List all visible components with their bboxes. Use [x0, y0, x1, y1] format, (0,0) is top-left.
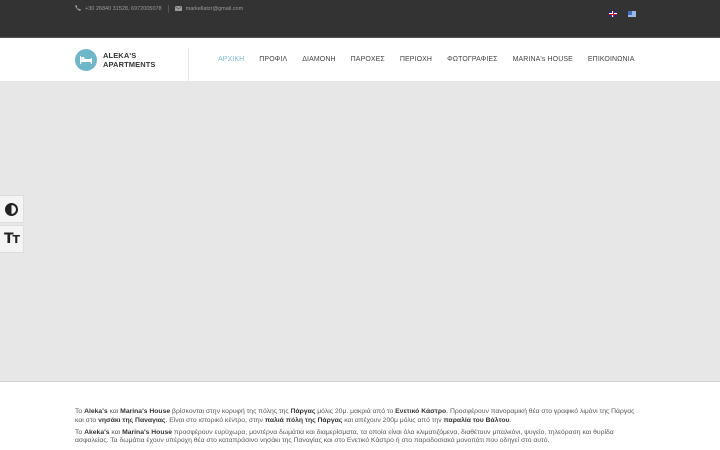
logo-line-1: ALEKA'S — [103, 51, 137, 60]
intro-paragraph-2: Το Akeka's και Marina's House προσφέρουν… — [75, 428, 614, 445]
font-size-icon: TT — [3, 231, 20, 247]
email-address[interactable]: markellatzr@gmail.com — [186, 6, 244, 12]
contrast-toggle-button[interactable] — [0, 195, 24, 223]
uk-flag-icon[interactable] — [609, 11, 617, 17]
logo-line-2: APARTMENTS — [103, 60, 156, 69]
font-size-button[interactable]: TT — [0, 225, 24, 253]
contact-info: +30 26840 31528, 6972005078 markellatzr@… — [75, 5, 243, 13]
hero-slider-area — [0, 82, 720, 382]
nav-item-contact[interactable]: ΕΠΙΚΟΙΝΩΝΙΑ — [588, 56, 635, 63]
logo-text: ALEKA'S APARTMENTS — [103, 51, 156, 69]
nav-item-amenities[interactable]: ΠΑΡΟΧΕΣ — [351, 56, 385, 63]
contact-divider — [167, 5, 169, 13]
header-divider — [188, 48, 189, 82]
nav-item-area[interactable]: ΠΕΡΙΟΧΗ — [400, 56, 432, 63]
intro-paragraph-1: Το Aleka's και Marina's House βρίσκονται… — [75, 408, 635, 424]
phone-icon — [75, 5, 81, 13]
nav-item-accommodation[interactable]: ΔΙΑΜΟΝΗ — [302, 56, 335, 63]
site-logo[interactable]: ALEKA'S APARTMENTS — [75, 49, 156, 71]
nav-item-profile[interactable]: ΠΡΟΦΙΛ — [259, 56, 287, 63]
site-header: ALEKA'S APARTMENTS ΑΡΧΙΚΗ ΠΡΟΦΙΛ ΔΙΑΜΟΝΗ… — [0, 38, 720, 82]
main-nav: ΑΡΧΙΚΗ ΠΡΟΦΙΛ ΔΙΑΜΟΝΗ ΠΑΡΟΧΕΣ ΠΕΡΙΟΧΗ ΦΩ… — [210, 56, 649, 63]
accessibility-toolbar: TT — [0, 195, 24, 255]
nav-item-photos[interactable]: ΦΩΤΟΓΡΑΦΙΕΣ — [447, 56, 498, 63]
nav-item-marinas-house[interactable]: MARINA's HOUSE — [513, 56, 573, 63]
bed-icon — [75, 49, 97, 71]
nav-item-home[interactable]: ΑΡΧΙΚΗ — [218, 56, 244, 63]
intro-text: Το Aleka's και Marina's House βρίσκονται… — [75, 408, 645, 449]
top-bar: +30 26840 31528, 6972005078 markellatzr@… — [0, 0, 720, 38]
envelope-icon — [174, 5, 182, 13]
phone-number[interactable]: +30 26840 31528, 6972005078 — [85, 6, 162, 12]
contrast-toggle-icon — [5, 202, 18, 216]
greek-flag-icon[interactable] — [628, 11, 636, 17]
language-switcher — [609, 11, 636, 17]
